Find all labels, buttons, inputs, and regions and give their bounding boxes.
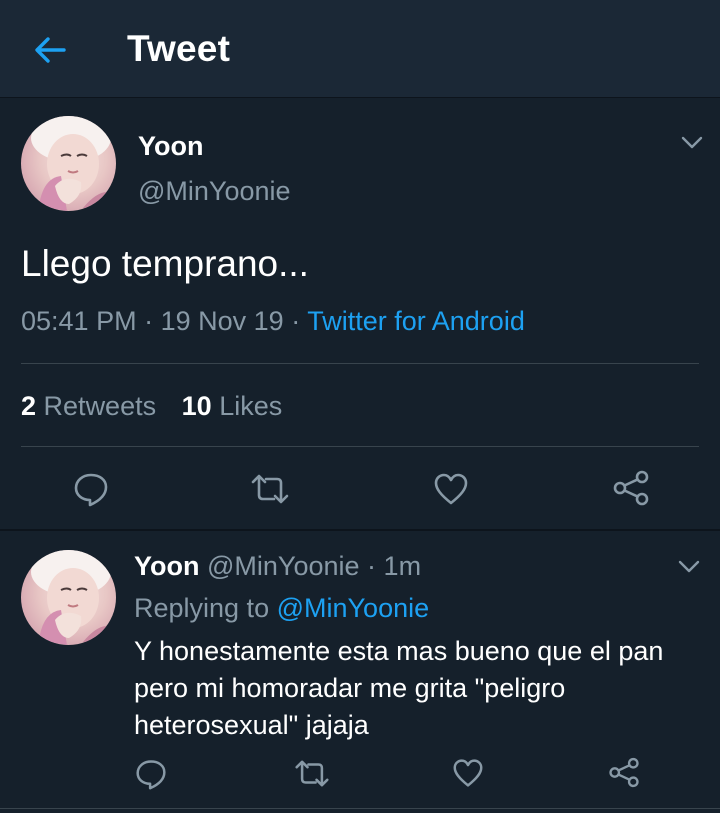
tweet-date: 19 Nov 19 [160,306,284,336]
avatar[interactable] [21,116,116,211]
retweets-stat[interactable]: 2 Retweets [21,391,156,421]
page-title: Tweet [127,28,231,69]
separator: · [144,306,154,336]
reply-button[interactable] [73,471,109,507]
retweet-button[interactable] [250,473,290,505]
retweet-button[interactable] [294,759,330,788]
retweet-icon [295,760,329,787]
retweets-label: Retweets [43,391,157,421]
chevron-down-icon [681,136,703,149]
like-button[interactable] [452,758,484,788]
divider [0,808,720,809]
replying-to-handle-link[interactable]: @MinYoonie [277,593,430,623]
retweet-icon [251,474,289,504]
reply-header: Yoon @MinYoonie · 1m [134,551,421,582]
tweet-time: 05:41 PM [21,306,137,336]
reply-icon [74,473,108,507]
divider [21,363,699,364]
back-button[interactable] [30,32,70,68]
likes-count: 10 [181,391,212,421]
divider [21,446,699,447]
tweet-metadata: 05:41 PM · 19 Nov 19 · Twitter for Andro… [21,306,525,337]
chevron-down-icon [678,560,700,573]
reply-text: Y honestamente esta mas bueno que el pan… [134,636,664,740]
replying-to-label: Replying to [134,593,270,623]
author-handle[interactable]: @MinYoonie [207,551,360,581]
reply-options-button[interactable] [677,559,701,575]
avatar[interactable] [21,550,116,645]
author-handle[interactable]: @MinYoonie [138,176,291,207]
share-button[interactable] [612,470,650,506]
tweet-stats: 2 Retweets 10 Likes [21,391,300,422]
likes-stat[interactable]: 10 Likes [182,391,283,421]
reply-time: 1m [383,551,422,581]
like-button[interactable] [433,472,469,506]
retweets-count: 2 [21,391,37,421]
likes-label: Likes [219,391,283,421]
tweet-options-button[interactable] [680,135,704,151]
reply-button[interactable] [135,758,167,790]
tweet-source-link[interactable]: Twitter for Android [307,306,525,336]
share-icon [613,470,649,506]
author-name[interactable]: Yoon [138,131,203,162]
share-button[interactable] [608,757,640,788]
reply-icon [136,760,166,790]
top-app-bar: Tweet [0,0,720,98]
tweet-text: Llego temprano... [21,243,309,284]
author-name[interactable]: Yoon [134,551,199,581]
share-icon [609,757,639,788]
arrow-left-icon [35,37,66,63]
separator: · [367,551,377,581]
like-icon [453,759,483,787]
like-icon [434,473,468,505]
replying-to: Replying to @MinYoonie [134,593,429,624]
separator: · [291,306,301,336]
section-divider [0,529,720,531]
